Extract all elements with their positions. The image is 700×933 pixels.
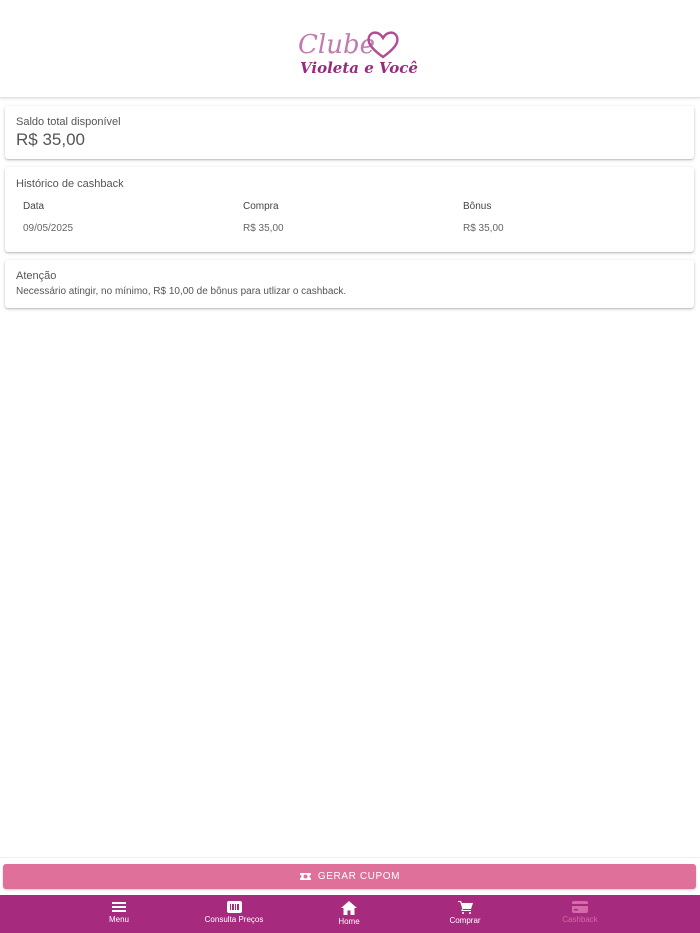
saldo-value: R$ 35,00	[16, 130, 85, 149]
gerar-cupom-button[interactable]: GERAR CUPOM	[3, 864, 696, 889]
historico-title: Histórico de cashback	[16, 178, 124, 190]
app-header: Clube Violeta e Você	[0, 0, 700, 98]
historico-card: Histórico de cashback Data Compra Bônus …	[5, 167, 694, 252]
divider	[0, 857, 700, 858]
table-cell-compra: R$ 35,00	[243, 223, 284, 234]
nav-label-consulta-precos: Consulta Preços	[204, 915, 264, 924]
nav-label-cashback: Cashback	[562, 915, 598, 924]
clube-violeta-logo: Clube Violeta e Você	[296, 28, 418, 82]
nav-item-home[interactable]: Home	[299, 895, 399, 933]
nav-label-menu: Menu	[108, 915, 129, 924]
saldo-label: Saldo total disponível	[16, 116, 121, 128]
atencao-text: Necessário atingir, no mínimo, R$ 10,00 …	[16, 286, 347, 297]
menu-icon	[112, 902, 126, 912]
column-header-compra: Compra	[243, 201, 279, 212]
nav-item-menu[interactable]: Menu	[69, 895, 169, 933]
column-header-bonus: Bônus	[463, 201, 492, 212]
cart-icon	[457, 901, 473, 914]
logo-subtitle-text: Violeta e Você	[300, 59, 418, 77]
nav-item-comprar[interactable]: Comprar	[415, 895, 515, 933]
card-icon	[572, 901, 588, 913]
column-header-data: Data	[23, 201, 45, 212]
gerar-cupom-label: GERAR CUPOM	[317, 871, 401, 882]
nav-label-home: Home	[338, 917, 360, 926]
home-icon	[341, 901, 357, 915]
table-cell-data: 09/05/2025	[23, 223, 74, 234]
barcode-icon	[226, 901, 242, 913]
nav-item-consulta-precos[interactable]: Consulta Preços	[184, 895, 284, 933]
atencao-title: Atenção	[16, 270, 57, 282]
atencao-card: Atenção Necessário atingir, no mínimo, R…	[5, 260, 694, 308]
table-cell-bonus: R$ 35,00	[463, 223, 504, 234]
bottom-navigation: Menu Consulta Preços Home Comprar Cashba…	[0, 895, 700, 933]
nav-label-comprar: Comprar	[449, 916, 481, 925]
nav-item-cashback[interactable]: Cashback	[530, 895, 630, 933]
logo-clube-text: Clube	[298, 30, 375, 60]
heart-icon	[367, 31, 399, 59]
saldo-card: Saldo total disponível R$ 35,00	[5, 106, 694, 159]
ticket-icon	[299, 873, 311, 880]
